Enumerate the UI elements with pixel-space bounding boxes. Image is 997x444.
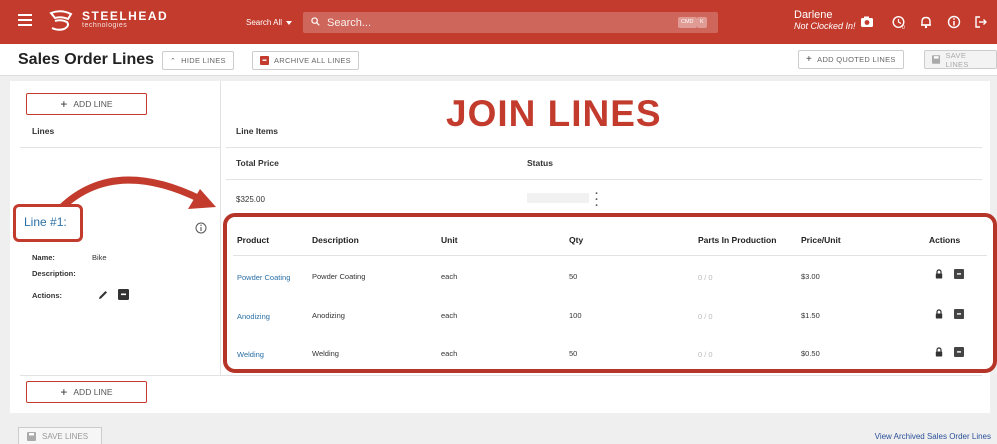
add-quoted-lines-button[interactable]: + ADD QUOTED LINES bbox=[798, 50, 904, 69]
sales-order-lines-card: + ADD LINE JOIN LINES Lines Line Items T… bbox=[10, 81, 997, 413]
divider bbox=[20, 147, 220, 148]
page-footer: SAVE LINES View Archived Sales Order Lin… bbox=[0, 418, 997, 444]
description-cell: Welding bbox=[312, 349, 339, 358]
col-price-unit: Price/Unit bbox=[801, 235, 841, 245]
page-header: Sales Order Lines ⌃ HIDE LINES ARCHIVE A… bbox=[0, 44, 997, 76]
line-1-label-box[interactable]: Line #1: bbox=[13, 204, 83, 242]
archive-icon[interactable] bbox=[954, 269, 964, 279]
qty-cell: 50 bbox=[569, 349, 578, 358]
page-title: Sales Order Lines bbox=[18, 51, 155, 68]
save-icon bbox=[932, 55, 941, 64]
line-items-header: Line Items bbox=[236, 126, 279, 136]
status-placeholder bbox=[527, 193, 589, 203]
search-input[interactable] bbox=[327, 14, 647, 31]
save-lines-top-button[interactable]: SAVE LINES bbox=[924, 50, 997, 69]
col-actions: Actions bbox=[929, 235, 961, 245]
join-lines-overlay-title: JOIN LINES bbox=[446, 93, 662, 134]
plus-icon: + bbox=[806, 54, 813, 65]
lock-icon[interactable] bbox=[934, 347, 944, 357]
edit-pencil-icon[interactable] bbox=[97, 289, 109, 301]
price-cell: $3.00 bbox=[801, 272, 820, 281]
archive-icon bbox=[260, 56, 269, 65]
search-icon bbox=[311, 17, 320, 26]
description-cell: Anodizing bbox=[312, 311, 345, 320]
divider bbox=[220, 81, 221, 375]
description-label: Description: bbox=[32, 269, 76, 278]
archive-all-lines-button[interactable]: ARCHIVE ALL LINES bbox=[252, 51, 359, 70]
total-price-header: Total Price bbox=[236, 158, 279, 168]
product-link[interactable]: Powder Coating bbox=[237, 273, 290, 282]
parts-cell: 0 / 0 bbox=[698, 312, 713, 321]
archive-icon[interactable] bbox=[954, 309, 964, 319]
divider bbox=[233, 255, 987, 256]
name-value: Bike bbox=[92, 253, 107, 262]
hide-lines-button[interactable]: ⌃ HIDE LINES bbox=[162, 51, 234, 70]
clock-icon[interactable]: 0 bbox=[892, 15, 906, 29]
add-line-button-top[interactable]: + ADD LINE bbox=[26, 93, 147, 115]
divider bbox=[226, 179, 982, 180]
divider bbox=[20, 375, 982, 376]
price-cell: $1.50 bbox=[801, 311, 820, 320]
info-icon[interactable] bbox=[195, 222, 207, 234]
total-price-value: $325.00 bbox=[236, 195, 265, 204]
bell-icon[interactable] bbox=[919, 15, 933, 29]
description-cell: Powder Coating bbox=[312, 272, 366, 281]
save-icon bbox=[27, 432, 36, 441]
line-1-link[interactable]: Line #1: bbox=[24, 215, 67, 229]
view-archived-lines-link[interactable]: View Archived Sales Order Lines bbox=[875, 432, 991, 441]
add-line-button-bottom[interactable]: + ADD LINE bbox=[26, 381, 147, 403]
name-label: Name: bbox=[32, 253, 55, 262]
lines-header: Lines bbox=[32, 126, 55, 136]
unit-cell: each bbox=[441, 272, 458, 281]
svg-text:0: 0 bbox=[902, 25, 905, 29]
col-description: Description bbox=[312, 235, 359, 245]
qty-cell: 100 bbox=[569, 311, 582, 320]
search-scope-select[interactable]: Search All bbox=[246, 18, 293, 27]
archive-icon[interactable] bbox=[954, 347, 964, 357]
line-items-table: Product Description Unit Qty Parts In Pr… bbox=[223, 213, 997, 373]
menu-icon[interactable] bbox=[18, 14, 32, 26]
col-unit: Unit bbox=[441, 235, 458, 245]
col-parts-in-production: Parts In Production bbox=[698, 235, 777, 245]
product-link[interactable]: Welding bbox=[237, 350, 264, 359]
brand-name: STEELHEAD technologies bbox=[82, 9, 169, 29]
divider bbox=[226, 147, 982, 148]
logout-icon[interactable] bbox=[974, 15, 988, 29]
kbd-cmd-badge: CMD bbox=[678, 17, 697, 28]
col-qty: Qty bbox=[569, 235, 584, 245]
unit-cell: each bbox=[441, 349, 458, 358]
plus-icon: + bbox=[60, 97, 68, 111]
archive-icon[interactable] bbox=[118, 289, 129, 300]
status-header: Status bbox=[527, 158, 553, 168]
lock-icon[interactable] bbox=[934, 309, 944, 319]
lock-icon[interactable] bbox=[934, 269, 944, 279]
price-cell: $0.50 bbox=[801, 349, 820, 358]
kbd-k-badge: K bbox=[697, 17, 707, 28]
plus-icon: + bbox=[60, 385, 68, 399]
camera-icon[interactable] bbox=[860, 15, 874, 29]
caret-down-icon bbox=[286, 20, 293, 25]
user-info[interactable]: Darlene Not Clocked In! bbox=[794, 9, 856, 31]
parts-cell: 0 / 0 bbox=[698, 273, 713, 282]
more-vert-icon[interactable]: · · · bbox=[595, 189, 599, 212]
search-box[interactable]: CMD K bbox=[303, 12, 718, 33]
actions-label: Actions: bbox=[32, 291, 62, 300]
info-icon[interactable] bbox=[947, 15, 961, 29]
top-bar: STEELHEAD technologies Search All CMD K … bbox=[0, 0, 997, 44]
save-lines-bottom-button[interactable]: SAVE LINES bbox=[18, 427, 102, 444]
col-product: Product bbox=[237, 235, 270, 245]
product-link[interactable]: Anodizing bbox=[237, 312, 270, 321]
steelhead-logo-icon bbox=[49, 10, 73, 31]
chevron-up-icon: ⌃ bbox=[170, 57, 177, 65]
parts-cell: 0 / 0 bbox=[698, 350, 713, 359]
unit-cell: each bbox=[441, 311, 458, 320]
qty-cell: 50 bbox=[569, 272, 578, 281]
